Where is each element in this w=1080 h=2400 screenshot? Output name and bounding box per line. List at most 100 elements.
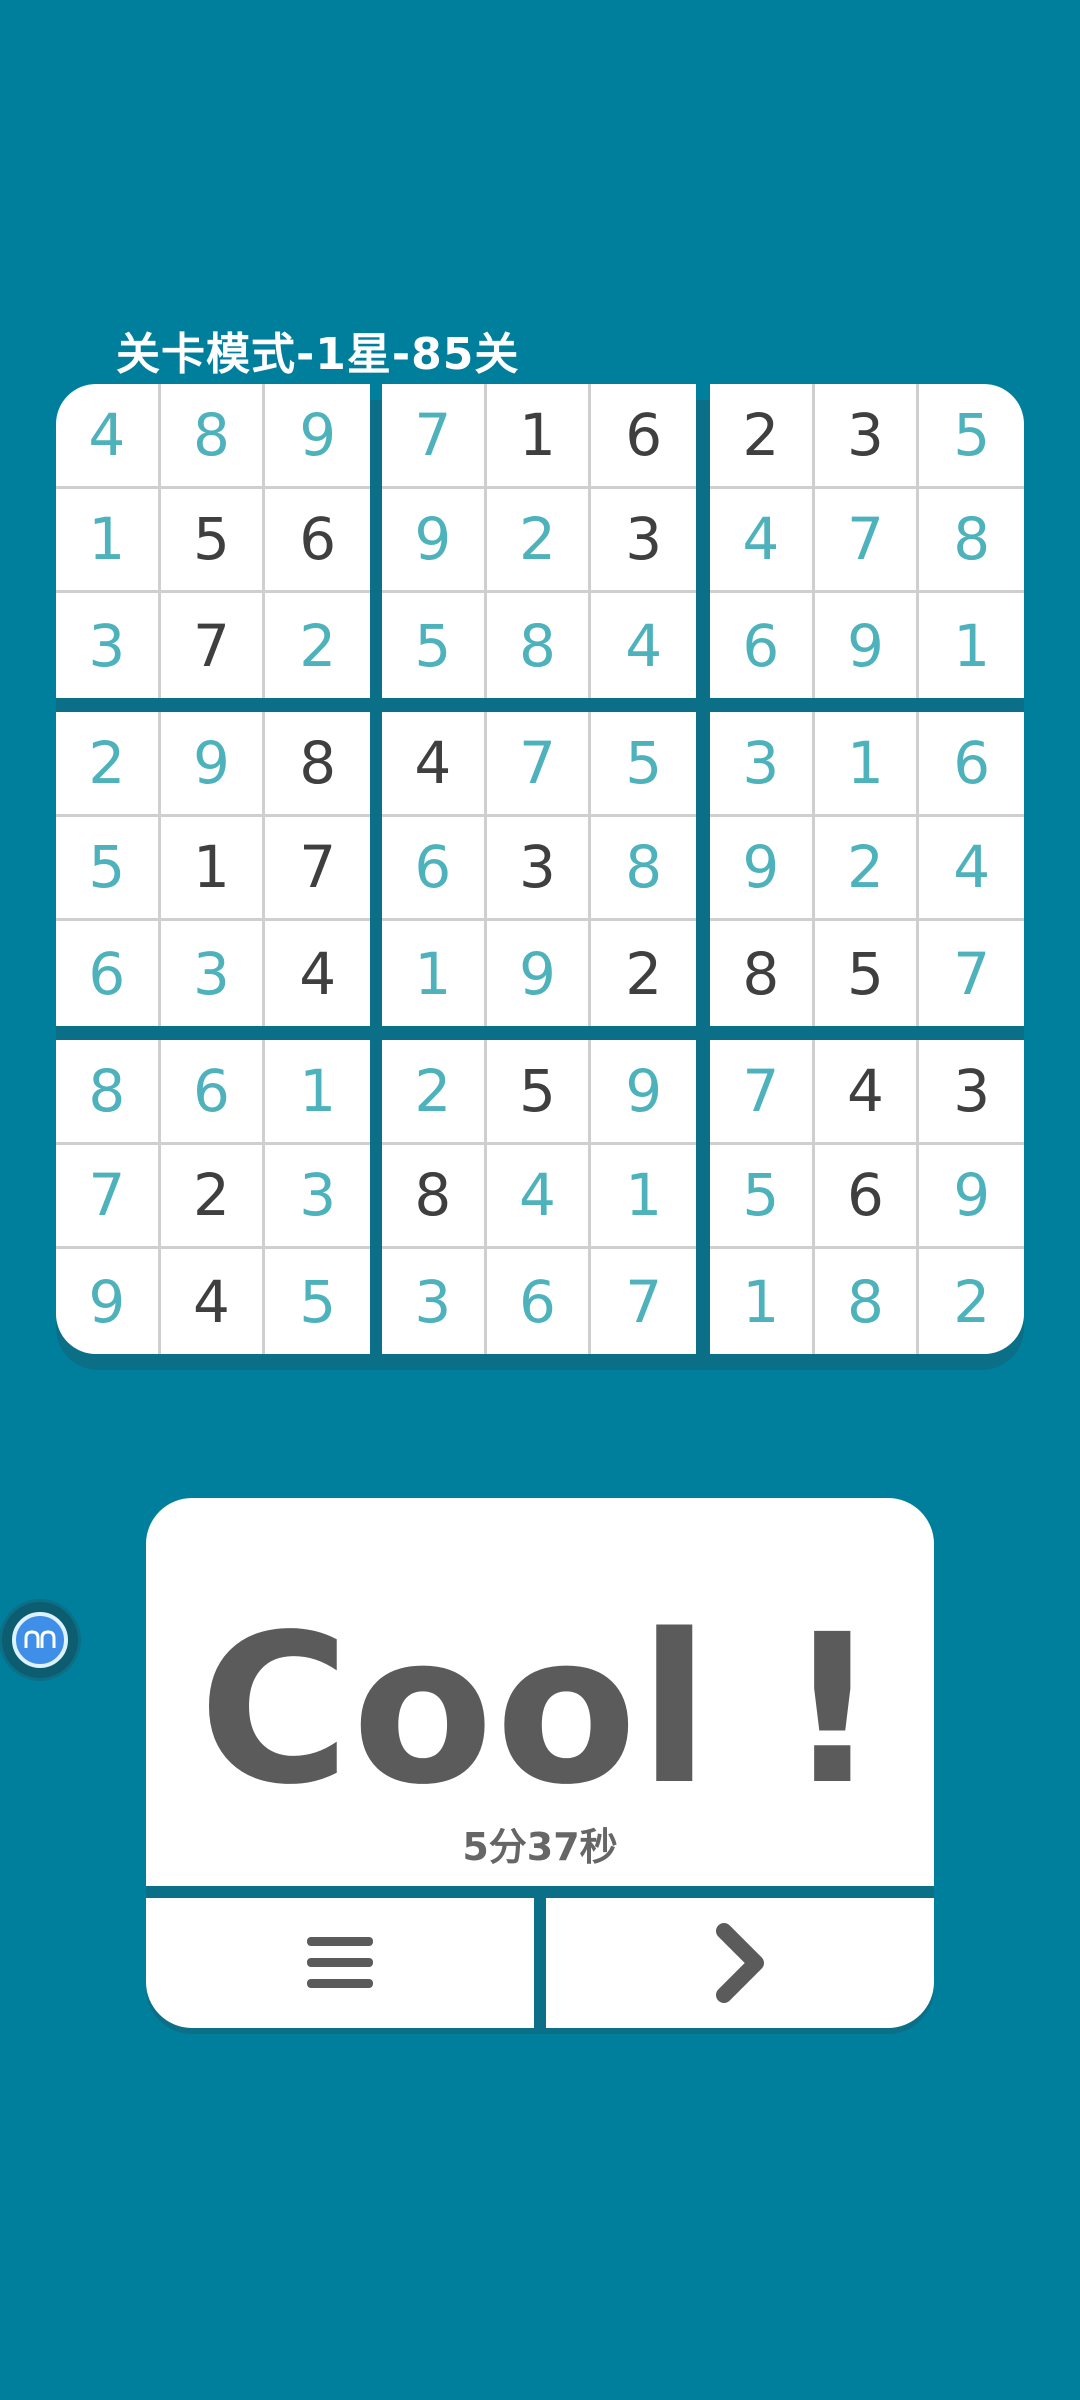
sudoku-cell[interactable]: 9 xyxy=(265,384,370,489)
sudoku-cell[interactable]: 9 xyxy=(487,921,592,1026)
sudoku-cell[interactable]: 8 xyxy=(815,1249,920,1354)
sudoku-cell[interactable]: 4 xyxy=(710,488,815,594)
sudoku-cell[interactable]: 5 xyxy=(486,1040,592,1145)
sudoku-cell[interactable]: 3 xyxy=(161,921,266,1026)
sudoku-cell[interactable]: 3 xyxy=(382,1249,487,1354)
sudoku-cell[interactable]: 1 xyxy=(814,712,920,817)
sudoku-cell[interactable]: 6 xyxy=(591,384,696,489)
level-title: 关卡模式-1星-85关 xyxy=(116,329,520,380)
completion-time: 5分37秒 xyxy=(462,1825,618,1869)
sudoku-cell[interactable]: 3 xyxy=(710,712,815,817)
sudoku-cell[interactable]: 2 xyxy=(265,593,370,698)
sudoku-cell[interactable]: 6 xyxy=(919,712,1024,817)
sudoku-cell[interactable]: 3 xyxy=(919,1040,1024,1145)
sudoku-cell[interactable]: 8 xyxy=(919,489,1024,594)
sudoku-cell[interactable]: 9 xyxy=(160,712,266,817)
sudoku-cell[interactable]: 2 xyxy=(591,921,696,1026)
sudoku-cell[interactable]: 7 xyxy=(486,712,592,817)
sudoku-box-8: 259841367 xyxy=(382,1040,696,1354)
next-level-button[interactable] xyxy=(546,1898,934,2028)
sudoku-box-3: 235478691 xyxy=(710,384,1024,698)
sudoku-cell[interactable]: 8 xyxy=(265,712,370,817)
sudoku-cell[interactable]: 1 xyxy=(919,593,1024,698)
sudoku-box-1: 489156372 xyxy=(56,384,370,698)
sudoku-cell[interactable]: 6 xyxy=(487,1249,592,1354)
sudoku-cell[interactable]: 4 xyxy=(486,1144,592,1250)
sudoku-cell[interactable]: 9 xyxy=(815,593,920,698)
sudoku-cell[interactable]: 9 xyxy=(710,816,815,922)
sudoku-cell[interactable]: 3 xyxy=(486,816,592,922)
sudoku-cell[interactable]: 8 xyxy=(56,1040,161,1145)
sudoku-cell[interactable]: 1 xyxy=(265,1040,370,1145)
sudoku-cell[interactable]: 4 xyxy=(161,1249,266,1354)
sudoku-cell[interactable]: 7 xyxy=(161,593,266,698)
sudoku-cell[interactable]: 3 xyxy=(814,384,920,489)
result-message: Cool ! xyxy=(198,1590,882,1830)
sudoku-cell[interactable]: 2 xyxy=(710,384,815,489)
sudoku-cell[interactable]: 5 xyxy=(160,488,266,594)
sudoku-cell[interactable]: 2 xyxy=(814,816,920,922)
sudoku-cell[interactable]: 1 xyxy=(382,921,487,1026)
sudoku-cell[interactable]: 5 xyxy=(591,712,696,817)
sudoku-cell[interactable]: 1 xyxy=(160,816,266,922)
sudoku-box-2: 716923584 xyxy=(382,384,696,698)
sudoku-cell[interactable]: 4 xyxy=(814,1040,920,1145)
sudoku-cell[interactable]: 7 xyxy=(919,921,1024,1026)
sudoku-cell[interactable]: 8 xyxy=(710,921,815,1026)
sudoku-box-5: 475638192 xyxy=(382,712,696,1026)
sudoku-board: 4891563727169235842354786912985176344756… xyxy=(56,384,1024,1354)
sudoku-cell[interactable]: 5 xyxy=(815,921,920,1026)
sudoku-cell[interactable]: 1 xyxy=(710,1249,815,1354)
menu-icon xyxy=(307,1937,373,1988)
sudoku-cell[interactable]: 1 xyxy=(486,384,592,489)
sudoku-cell[interactable]: 1 xyxy=(591,1145,696,1250)
sudoku-cell[interactable]: 7 xyxy=(265,817,370,922)
sudoku-cell[interactable]: 8 xyxy=(487,593,592,698)
sudoku-box-7: 861723945 xyxy=(56,1040,370,1354)
sudoku-cell[interactable]: 5 xyxy=(56,816,161,922)
menu-button[interactable] xyxy=(146,1898,534,2028)
sudoku-cell[interactable]: 9 xyxy=(56,1249,161,1354)
sudoku-cell[interactable]: 2 xyxy=(56,712,161,817)
sudoku-cell[interactable]: 6 xyxy=(382,816,487,922)
sudoku-cell[interactable]: 4 xyxy=(591,593,696,698)
sudoku-cell[interactable]: 9 xyxy=(382,488,487,594)
sudoku-cell[interactable]: 1 xyxy=(56,488,161,594)
sudoku-cell[interactable]: 8 xyxy=(382,1144,487,1250)
sudoku-cell[interactable]: 7 xyxy=(814,488,920,594)
sudoku-cell[interactable]: 7 xyxy=(56,1144,161,1250)
sudoku-cell[interactable]: 8 xyxy=(591,817,696,922)
sudoku-cell[interactable]: 8 xyxy=(160,384,266,489)
sudoku-cell[interactable]: 4 xyxy=(56,384,161,489)
sudoku-cell[interactable]: 4 xyxy=(265,921,370,1026)
sudoku-cell[interactable]: 2 xyxy=(486,488,592,594)
sudoku-cell[interactable]: 3 xyxy=(591,489,696,594)
sudoku-cell[interactable]: 3 xyxy=(56,593,161,698)
sudoku-cell[interactable]: 6 xyxy=(56,921,161,1026)
sudoku-cell[interactable]: 9 xyxy=(591,1040,696,1145)
sudoku-cell[interactable]: 5 xyxy=(382,593,487,698)
sudoku-cell[interactable]: 7 xyxy=(591,1249,696,1354)
sudoku-box-9: 743569182 xyxy=(710,1040,1024,1354)
sudoku-cell[interactable]: 6 xyxy=(710,593,815,698)
sudoku-cell[interactable]: 6 xyxy=(160,1040,266,1145)
sudoku-box-6: 316924857 xyxy=(710,712,1024,1026)
sudoku-cell[interactable]: 5 xyxy=(265,1249,370,1354)
sudoku-cell[interactable]: 2 xyxy=(382,1040,487,1145)
assistant-icon xyxy=(12,1612,68,1668)
sudoku-cell[interactable]: 5 xyxy=(919,384,1024,489)
sudoku-cell[interactable]: 4 xyxy=(382,712,487,817)
sudoku-cell[interactable]: 5 xyxy=(710,1144,815,1250)
floating-assistant-button[interactable] xyxy=(2,1602,78,1678)
sudoku-cell[interactable]: 2 xyxy=(919,1249,1024,1354)
sudoku-cell[interactable]: 6 xyxy=(814,1144,920,1250)
sudoku-cell[interactable]: 9 xyxy=(919,1145,1024,1250)
sudoku-cell[interactable]: 2 xyxy=(160,1144,266,1250)
sudoku-cell[interactable]: 4 xyxy=(919,817,1024,922)
sudoku-box-4: 298517634 xyxy=(56,712,370,1026)
sudoku-cell[interactable]: 7 xyxy=(382,384,487,489)
sudoku-cell[interactable]: 3 xyxy=(265,1145,370,1250)
sudoku-cell[interactable]: 7 xyxy=(710,1040,815,1145)
chevron-right-icon xyxy=(716,1923,764,2003)
sudoku-cell[interactable]: 6 xyxy=(265,489,370,594)
